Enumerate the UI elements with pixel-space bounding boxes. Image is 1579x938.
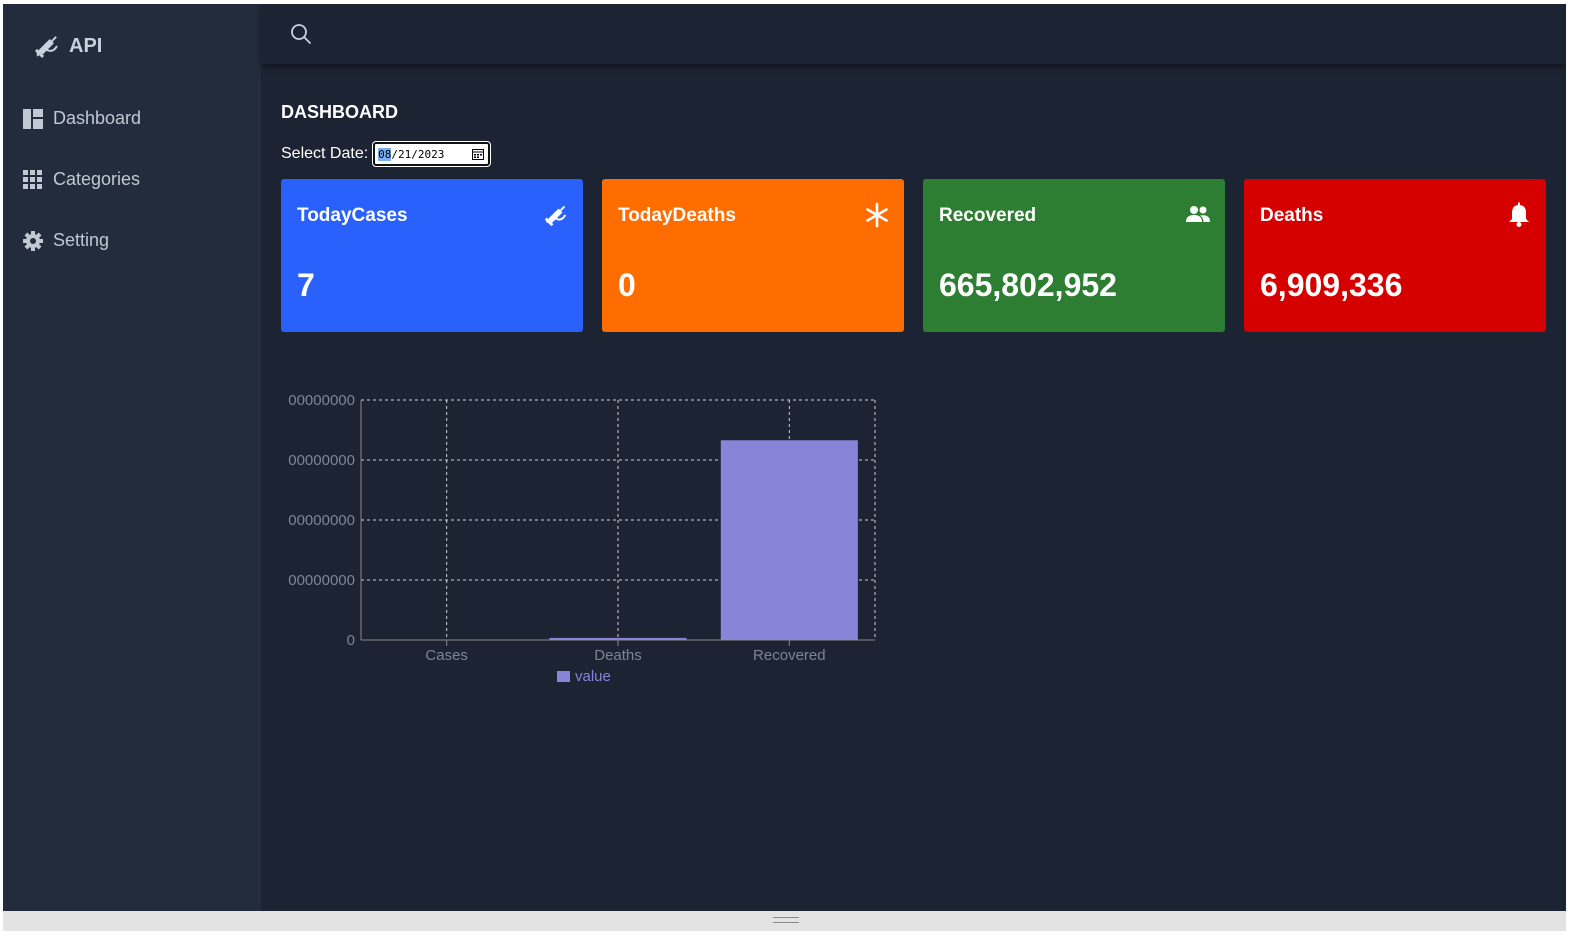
bottom-resize-bar[interactable]	[3, 911, 1566, 931]
app-window: API Dashboard Categories Setting DASHBOA…	[3, 4, 1566, 911]
y-tick-label: 00000000	[288, 512, 355, 529]
brand[interactable]: API	[33, 32, 102, 60]
card-today-deaths: TodayDeaths 0	[602, 179, 904, 332]
card-value: 6,909,336	[1260, 267, 1403, 303]
search-icon[interactable]	[289, 22, 313, 46]
asterisk-icon	[866, 202, 888, 228]
card-value: 0	[618, 267, 636, 303]
date-rest: /21/2023	[391, 147, 445, 161]
card-title: TodayCases	[297, 205, 408, 226]
card-today-cases: TodayCases 7	[281, 179, 583, 332]
card-value: 665,802,952	[939, 267, 1117, 303]
bar-chart: 000000000000000000000000000000000Cases De…	[288, 392, 876, 685]
topbar	[261, 4, 1566, 64]
y-tick-label: 00000000	[288, 452, 355, 469]
card-value: 7	[297, 267, 315, 303]
y-tick-label: 00000000	[288, 572, 355, 589]
date-input[interactable]: 08/21/2023	[372, 141, 492, 167]
syringe-icon	[34, 36, 58, 59]
sidebar: API Dashboard Categories Setting	[3, 4, 261, 911]
gear-icon	[23, 230, 43, 251]
page-title: DASHBOARD	[281, 102, 398, 122]
y-tick-label: 0	[347, 632, 355, 649]
syringe-icon	[544, 205, 567, 227]
x-tick-label: Cases	[425, 647, 468, 664]
card-title: Deaths	[1260, 205, 1324, 226]
date-value: 08/21/2023	[378, 147, 445, 161]
date-row: Select Date: 08/21/2023	[281, 141, 492, 167]
legend-label: value	[575, 668, 611, 685]
sidebar-item-label: Categories	[53, 169, 141, 189]
sidebar-item-dashboard[interactable]: Dashboard	[23, 108, 141, 129]
card-recovered: Recovered 665,802,952	[923, 179, 1225, 332]
card-deaths: Deaths 6,909,336	[1244, 179, 1546, 332]
y-tick-label: 00000000	[288, 392, 355, 409]
sidebar-item-categories[interactable]: Categories	[23, 169, 140, 190]
x-tick-label: Recovered	[753, 647, 826, 664]
date-label: Select Date:	[281, 145, 369, 162]
calendar-icon[interactable]	[472, 148, 485, 160]
bar-deaths	[549, 637, 687, 640]
sidebar-item-setting[interactable]: Setting	[23, 230, 109, 251]
card-title: TodayDeaths	[618, 205, 736, 226]
users-icon	[1186, 206, 1210, 222]
sidebar-item-label: Dashboard	[53, 108, 142, 128]
card-title: Recovered	[939, 205, 1037, 226]
date-month: 08	[378, 147, 392, 161]
grid-icon	[23, 169, 42, 189]
sidebar-item-label: Setting	[53, 230, 110, 250]
brand-title: API	[69, 34, 103, 57]
dashboard-icon	[23, 108, 43, 129]
bar-recovered	[720, 440, 858, 640]
resize-grip-icon[interactable]	[773, 917, 799, 923]
legend-swatch	[557, 671, 570, 682]
bell-icon	[1509, 202, 1529, 227]
x-tick-label: Deaths	[594, 647, 642, 664]
